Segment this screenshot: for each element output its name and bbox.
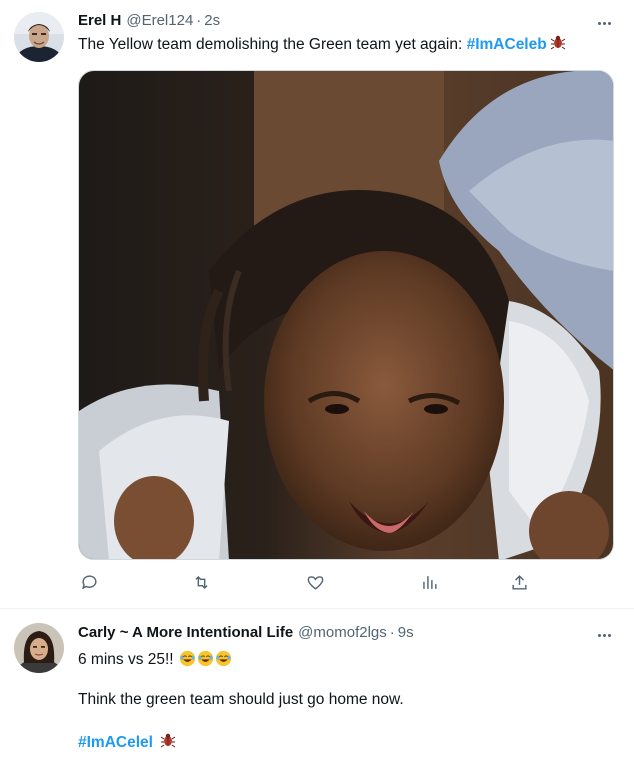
tweet-text-line-1: 6 mins vs 25!! bbox=[78, 649, 232, 670]
tweet-actions bbox=[78, 571, 538, 597]
timestamp[interactable]: 2s bbox=[204, 12, 220, 29]
tweet-text-line-3: #ImACelel bbox=[78, 732, 176, 754]
separator-dot: · bbox=[389, 624, 395, 641]
tweet[interactable]: Carly ~ A More Intentional Life @momof2l… bbox=[0, 608, 634, 760]
bug-emoji-icon bbox=[550, 34, 566, 56]
display-name[interactable]: Carly ~ A More Intentional Life bbox=[78, 624, 293, 641]
timestamp[interactable]: 9s bbox=[398, 624, 414, 641]
gif-image[interactable] bbox=[78, 70, 614, 560]
laughing-emoji-icon bbox=[178, 650, 232, 668]
retweet-icon[interactable] bbox=[190, 571, 212, 593]
avatar[interactable] bbox=[14, 12, 64, 62]
share-icon[interactable] bbox=[508, 571, 530, 593]
hashtag-link[interactable]: #ImACeleb bbox=[467, 36, 547, 53]
tweet-header: Erel H @Erel124 · 2s bbox=[78, 12, 220, 29]
tweet-text: The Yellow team demolishing the Green te… bbox=[78, 34, 566, 56]
user-handle[interactable]: @momof2lgs bbox=[298, 624, 387, 641]
avatar[interactable] bbox=[14, 623, 64, 673]
tweet-text-line-2: Think the green team should just go home… bbox=[78, 691, 404, 708]
tweet-body: The Yellow team demolishing the Green te… bbox=[78, 36, 467, 54]
bug-emoji-icon bbox=[160, 732, 176, 754]
tweet-body: 6 mins vs 25!! bbox=[78, 651, 174, 668]
tweet-header: Carly ~ A More Intentional Life @momof2l… bbox=[78, 624, 414, 641]
more-options-icon[interactable] bbox=[594, 625, 614, 645]
separator-dot: · bbox=[196, 12, 202, 29]
more-options-icon[interactable] bbox=[594, 13, 614, 33]
user-handle[interactable]: @Erel124 bbox=[126, 12, 193, 29]
views-icon[interactable] bbox=[418, 571, 440, 593]
hashtag-link[interactable]: #ImACelel bbox=[78, 734, 153, 751]
display-name[interactable]: Erel H bbox=[78, 12, 121, 29]
reply-icon[interactable] bbox=[78, 571, 100, 593]
tweet[interactable]: Erel H @Erel124 · 2s The Yellow team dem… bbox=[0, 0, 634, 608]
like-icon[interactable] bbox=[304, 571, 326, 593]
